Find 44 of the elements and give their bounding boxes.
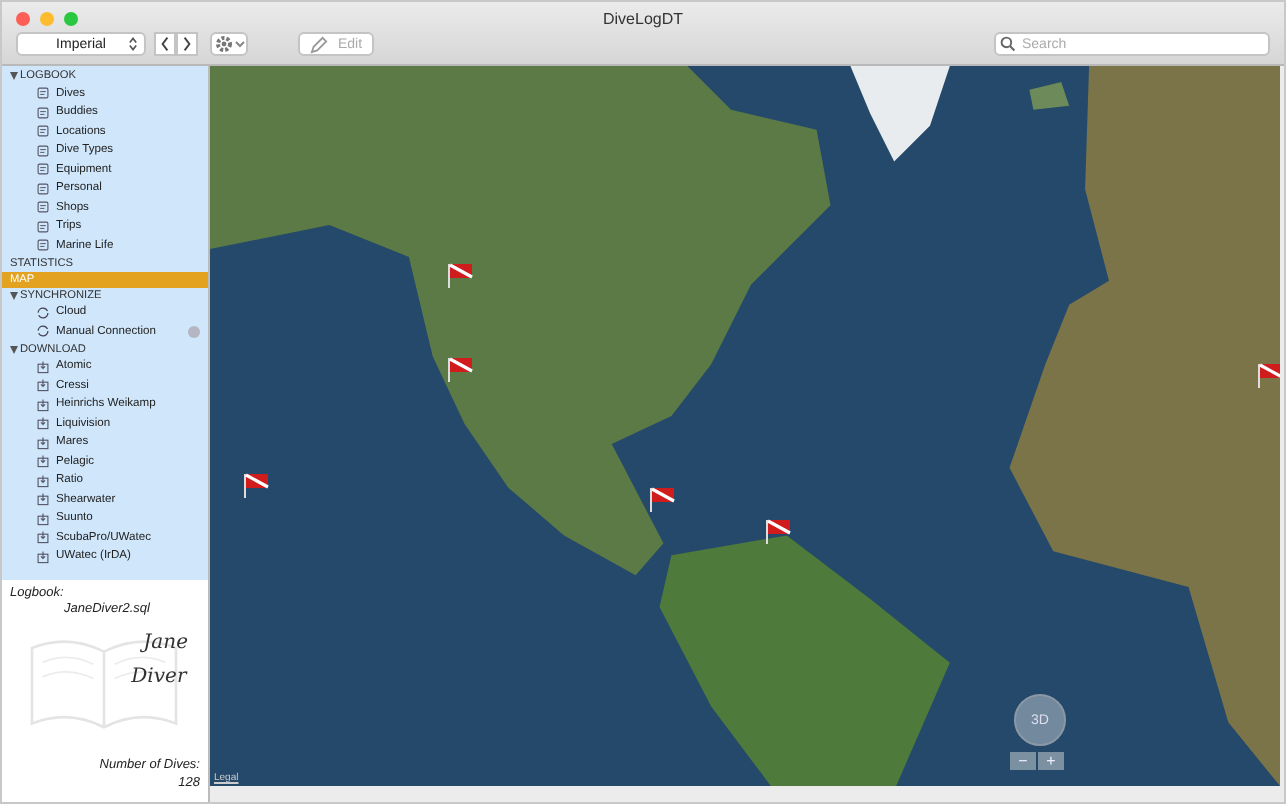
window-title: DiveLogDT [602, 10, 683, 28]
download-box-icon [36, 511, 50, 526]
signature-text: Diver [131, 666, 188, 688]
download-box-icon [36, 454, 50, 469]
disclosure-triangle-icon[interactable] [10, 291, 18, 299]
download-box-icon [36, 492, 50, 507]
disclosure-triangle-icon[interactable] [10, 345, 18, 353]
download-box-icon [36, 416, 50, 431]
pencil-icon [309, 35, 328, 53]
sync-circle-icon [36, 324, 50, 339]
download-box-icon [36, 530, 50, 545]
back-chevron-icon [160, 36, 170, 52]
dive-flag-icon[interactable] [446, 356, 474, 384]
gear-icon [213, 34, 245, 54]
dive-flag-icon[interactable] [1256, 362, 1280, 390]
dive-flag-icon[interactable] [648, 486, 676, 514]
action-menu-button[interactable] [210, 32, 248, 56]
download-box-icon [36, 359, 50, 374]
list-item-icon [36, 143, 50, 158]
forward-chevron-icon [182, 36, 192, 52]
signature-text: Jane [138, 632, 188, 654]
download-box-icon [36, 435, 50, 450]
sync-circle-icon [36, 305, 50, 320]
list-item-icon [36, 86, 50, 101]
download-box-icon [36, 397, 50, 412]
list-item-icon [36, 105, 50, 120]
forward-button[interactable] [176, 32, 198, 56]
list-item-icon [36, 181, 50, 196]
list-item-icon [36, 200, 50, 215]
download-box-icon [36, 378, 50, 393]
disclosure-triangle-icon[interactable] [10, 72, 18, 80]
list-item-icon [36, 124, 50, 139]
dive-flag-icon[interactable] [446, 262, 474, 290]
back-button[interactable] [154, 32, 176, 56]
island-shape [1029, 81, 1070, 110]
search-icon [1000, 36, 1016, 52]
updown-arrows-icon [128, 36, 138, 52]
download-box-icon [36, 473, 50, 488]
dive-flag-icon[interactable] [242, 472, 270, 500]
dive-flag-icon[interactable] [764, 518, 792, 546]
list-item-icon [36, 219, 50, 234]
list-item-icon [36, 162, 50, 177]
download-box-icon [36, 549, 50, 564]
list-item-icon [36, 238, 50, 253]
